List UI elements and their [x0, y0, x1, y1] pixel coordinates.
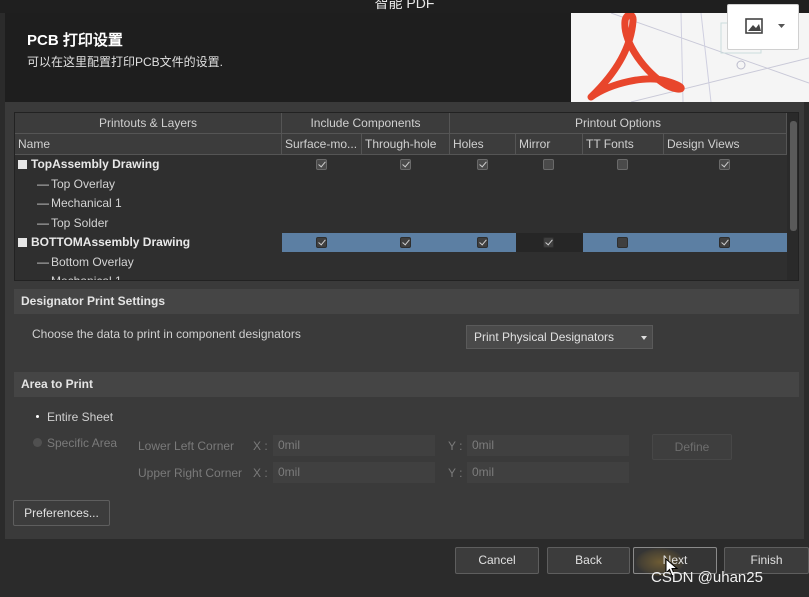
mirror-checkbox[interactable] — [543, 237, 554, 248]
row-name: BOTTOMAssembly Drawing — [18, 235, 190, 249]
chevron-down-icon — [641, 336, 647, 340]
scrollbar-thumb[interactable] — [790, 121, 797, 231]
table-row[interactable]: — Bottom Overlay — [15, 253, 787, 273]
tree-branch-icon: — — [37, 274, 49, 281]
cancel-button[interactable]: Cancel — [455, 547, 539, 574]
designator-prompt: Choose the data to print in component de… — [32, 327, 301, 341]
table-row[interactable]: TopAssembly Drawing — [15, 155, 787, 175]
through-hole-checkbox[interactable] — [400, 159, 411, 170]
table-row[interactable]: BOTTOMAssembly Drawing — [15, 233, 787, 253]
row-name-text: Top Overlay — [51, 176, 116, 191]
define-button[interactable]: Define — [652, 434, 732, 460]
lower-left-y-label: Y : — [448, 439, 463, 453]
column-header-design-views[interactable]: Design Views — [664, 134, 787, 155]
table-row[interactable]: — Top Overlay — [15, 175, 787, 195]
row-name-text: Bottom Overlay — [51, 254, 134, 269]
column-header-surface-mount[interactable]: Surface-mo... — [282, 134, 362, 155]
group-header-printouts: Printouts & Layers — [15, 113, 282, 134]
entire-sheet-label[interactable]: Entire Sheet — [47, 410, 113, 424]
surface-mount-checkbox[interactable] — [316, 159, 327, 170]
column-header-mirror[interactable]: Mirror — [516, 134, 583, 155]
tree-branch-icon: — — [37, 254, 49, 269]
image-button[interactable] — [727, 4, 799, 50]
table-row[interactable]: — Top Solder — [15, 214, 787, 234]
design-views-checkbox[interactable] — [719, 237, 730, 248]
row-bullet-icon — [18, 238, 27, 247]
window-title: 智能 PDF — [374, 0, 435, 11]
designator-dropdown-value: Print Physical Designators — [474, 330, 615, 344]
upper-right-x-input[interactable]: 0mil — [273, 462, 435, 483]
lower-left-x-label: X : — [253, 439, 268, 453]
upper-right-x-label: X : — [253, 466, 268, 480]
upper-right-label: Upper Right Corner — [138, 466, 243, 480]
mirror-checkbox[interactable] — [543, 159, 554, 170]
row-name-text: Mechanical 1 — [51, 196, 122, 210]
column-header-holes[interactable]: Holes — [450, 134, 516, 155]
page-subtitle: 可以在这里配置打印PCB文件的设置. — [27, 55, 224, 69]
column-header-tt-fonts[interactable]: TT Fonts — [583, 134, 664, 155]
lower-left-label: Lower Left Corner — [138, 439, 235, 453]
row-name: — Top Solder — [37, 216, 108, 230]
column-header-name[interactable]: Name — [15, 134, 282, 155]
row-name: — Mechanical 1 — [37, 274, 122, 281]
back-button[interactable]: Back — [547, 547, 630, 574]
image-icon — [745, 18, 785, 34]
row-name: — Top Overlay — [37, 177, 115, 191]
area-section-title: Area to Print — [14, 372, 799, 397]
row-name-text: Top Solder — [51, 215, 109, 230]
surface-mount-checkbox[interactable] — [316, 237, 327, 248]
grid-scrollbar[interactable] — [787, 113, 798, 280]
preferences-button[interactable]: Preferences... — [13, 500, 110, 526]
design-views-checkbox[interactable] — [719, 159, 730, 170]
tree-branch-icon: — — [37, 176, 49, 191]
row-name-text: BOTTOMAssembly Drawing — [31, 235, 191, 249]
holes-checkbox[interactable] — [477, 159, 488, 170]
window-titlebar: 智能 PDF — [0, 0, 809, 13]
lower-left-x-input[interactable]: 0mil — [273, 435, 435, 456]
entire-sheet-radio[interactable] — [33, 412, 42, 421]
holes-checkbox[interactable] — [477, 237, 488, 248]
through-hole-checkbox[interactable] — [400, 237, 411, 248]
tree-branch-icon: — — [37, 196, 49, 210]
tt-fonts-checkbox[interactable] — [617, 159, 628, 170]
row-name-text: TopAssembly Drawing — [31, 157, 160, 171]
row-bullet-icon — [18, 160, 27, 169]
table-row[interactable]: — Mechanical 1 — [15, 272, 787, 281]
row-name: — Bottom Overlay — [37, 255, 134, 269]
row-name: — Mechanical 1 — [37, 196, 122, 210]
printouts-layers-grid[interactable]: Printouts & Layers Include Components Pr… — [14, 112, 799, 281]
designator-dropdown[interactable]: Print Physical Designators — [466, 325, 653, 349]
wizard-header: PCB 打印设置 可以在这里配置打印PCB文件的设置. — [5, 13, 809, 102]
watermark-text: CSDN @uhan25 — [651, 569, 763, 586]
table-row[interactable]: — Mechanical 1 — [15, 194, 787, 214]
designator-section-title: Designator Print Settings — [14, 289, 799, 314]
page-title: PCB 打印设置 — [27, 32, 123, 49]
tree-branch-icon: — — [37, 215, 49, 230]
row-name-text: Mechanical 1 — [51, 274, 122, 281]
lower-left-y-input[interactable]: 0mil — [467, 435, 629, 456]
column-header-through-hole[interactable]: Through-hole — [362, 134, 450, 155]
tt-fonts-checkbox[interactable] — [617, 237, 628, 248]
upper-right-y-label: Y : — [448, 466, 463, 480]
upper-right-y-input[interactable]: 0mil — [467, 462, 629, 483]
group-header-components: Include Components — [282, 113, 450, 134]
specific-area-radio[interactable] — [33, 438, 42, 447]
row-name: TopAssembly Drawing — [18, 157, 159, 171]
specific-area-label[interactable]: Specific Area — [47, 436, 117, 450]
group-header-options: Printout Options — [450, 113, 787, 134]
